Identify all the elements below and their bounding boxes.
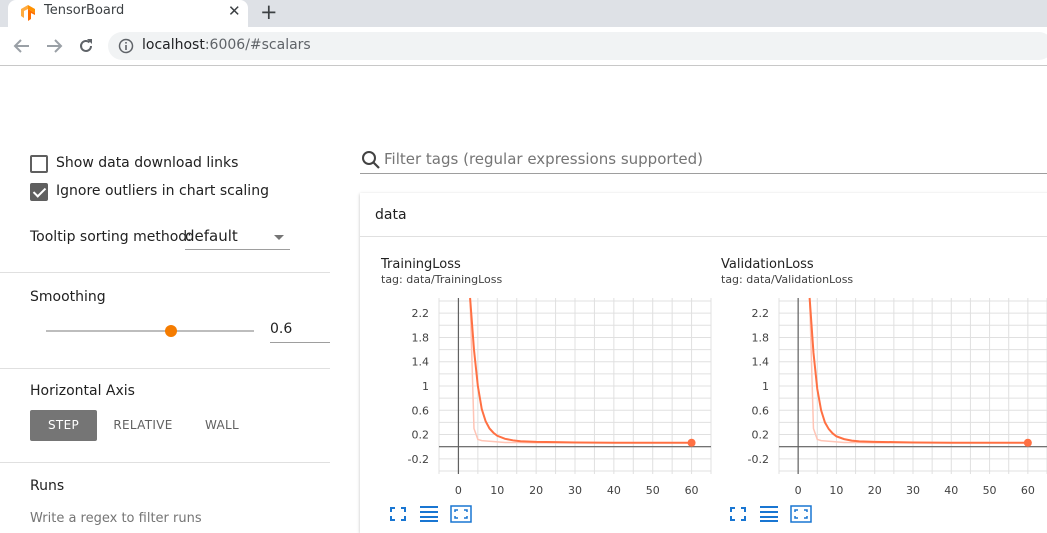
x-tick-label: 60: [1021, 484, 1035, 497]
tag-filter-underline: [360, 173, 1047, 174]
tooltip-sort-value: default: [185, 227, 238, 245]
expand-chart-icon[interactable]: [388, 505, 408, 523]
fit-domain-icon[interactable]: [790, 505, 812, 523]
x-tick-label: 60: [685, 484, 699, 497]
y-tick-label: 1: [762, 380, 769, 393]
horizontal-axis-label: Horizontal Axis: [30, 383, 135, 399]
raw-series-line: [469, 297, 692, 444]
x-tick-label: 40: [607, 484, 621, 497]
y-tick-label: 1.8: [752, 331, 770, 344]
x-tick-label: 50: [646, 484, 660, 497]
tab-close-icon[interactable]: ✕: [228, 2, 241, 20]
smoothing-slider-thumb[interactable]: [165, 325, 177, 337]
y-tick-label: -0.2: [408, 453, 429, 466]
x-tick-label: 0: [455, 484, 462, 497]
fit-domain-icon[interactable]: [450, 505, 472, 523]
chart-tag: tag: data/TrainingLoss: [381, 273, 503, 286]
url-text[interactable]: localhost:6006/#scalars: [142, 37, 311, 53]
x-tick-label: 30: [568, 484, 582, 497]
y-tick-label: 0.6: [412, 404, 430, 417]
smoothing-label: Smoothing: [30, 289, 106, 305]
toggle-log-scale-icon[interactable]: [419, 505, 439, 523]
runs-filter-input[interactable]: Write a regex to filter runs: [30, 511, 202, 526]
forward-arrow-icon[interactable]: [44, 37, 64, 55]
x-tick-label: 20: [868, 484, 882, 497]
tag-filter-input[interactable]: Filter tags (regular expressions support…: [384, 150, 703, 168]
reload-icon[interactable]: [77, 37, 95, 55]
y-tick-label: 0.2: [412, 429, 430, 442]
raw-series-line: [808, 297, 1028, 444]
sidebar-divider: [0, 368, 330, 369]
y-tick-label: 0.2: [752, 429, 770, 442]
expand-chart-icon[interactable]: [728, 505, 748, 523]
smoothed-series-line: [808, 297, 1028, 444]
card-header[interactable]: data: [360, 193, 1047, 237]
show-download-links-label: Show data download links: [56, 155, 239, 171]
y-tick-label: 1: [422, 380, 429, 393]
tooltip-sort-label: Tooltip sorting method:: [30, 229, 192, 245]
sidebar-divider: [0, 272, 330, 273]
sidebar-divider: [0, 462, 330, 463]
url-host: localhost: [142, 37, 205, 53]
axis-step-button[interactable]: STEP: [30, 410, 97, 441]
info-icon[interactable]: [118, 38, 134, 54]
last-point-marker: [1023, 438, 1032, 447]
smoothing-slider-track[interactable]: [46, 330, 254, 332]
smoothing-value: 0.6: [270, 321, 293, 337]
x-tick-label: 0: [795, 484, 802, 497]
chart-tag: tag: data/ValidationLoss: [721, 273, 854, 286]
y-tick-label: 2.2: [412, 307, 430, 320]
tooltip-sort-dropdown[interactable]: default: [185, 225, 290, 250]
tab-title: TensorBoard: [44, 3, 125, 18]
axis-wall-button[interactable]: WALL: [196, 410, 248, 441]
validation-loss-chart[interactable]: -0.2 0.2 0.6 1 1.4 1.8 2.2 0 10 20 30 40 50 60: [721, 296, 1047, 500]
ignore-outliers-checkbox[interactable]: [30, 183, 48, 201]
y-tick-label: 2.2: [752, 307, 770, 320]
x-tick-label: 20: [529, 484, 543, 497]
dropdown-caret-icon: [274, 235, 284, 240]
x-tick-label: 10: [490, 484, 504, 497]
axis-relative-button[interactable]: RELATIVE: [106, 410, 180, 441]
training-loss-chart[interactable]: -0.2 0.2 0.6 1 1.4 1.8 2.2 0 10 20 30 40 50 60: [381, 296, 713, 500]
browser-tab[interactable]: TensorBoard ✕: [8, 0, 248, 27]
x-tick-label: 10: [829, 484, 843, 497]
toggle-log-scale-icon[interactable]: [759, 505, 779, 523]
y-tick-label: -0.2: [748, 453, 769, 466]
card-title: data: [375, 207, 407, 223]
y-tick-label: 1.4: [412, 356, 430, 369]
smoothed-series-line: [469, 297, 692, 444]
smoothing-value-input[interactable]: 0.6: [270, 318, 330, 343]
chart-title: TrainingLoss: [381, 257, 461, 272]
tensorflow-logo-icon: [21, 5, 35, 21]
show-download-links-checkbox[interactable]: [30, 155, 48, 173]
url-path: :6006/#scalars: [204, 37, 311, 53]
y-tick-label: 1.4: [752, 356, 770, 369]
x-tick-label: 40: [944, 484, 958, 497]
ignore-outliers-label: Ignore outliers in chart scaling: [56, 183, 269, 199]
x-tick-label: 30: [906, 484, 920, 497]
new-tab-button[interactable]: +: [260, 0, 278, 24]
y-tick-label: 0.6: [752, 404, 770, 417]
last-point-marker: [687, 438, 696, 447]
search-icon: [362, 151, 380, 169]
back-arrow-icon[interactable]: [12, 37, 32, 55]
runs-label: Runs: [30, 478, 65, 494]
y-tick-label: 1.8: [412, 331, 430, 344]
x-tick-label: 50: [983, 484, 997, 497]
chart-title: ValidationLoss: [721, 257, 814, 272]
